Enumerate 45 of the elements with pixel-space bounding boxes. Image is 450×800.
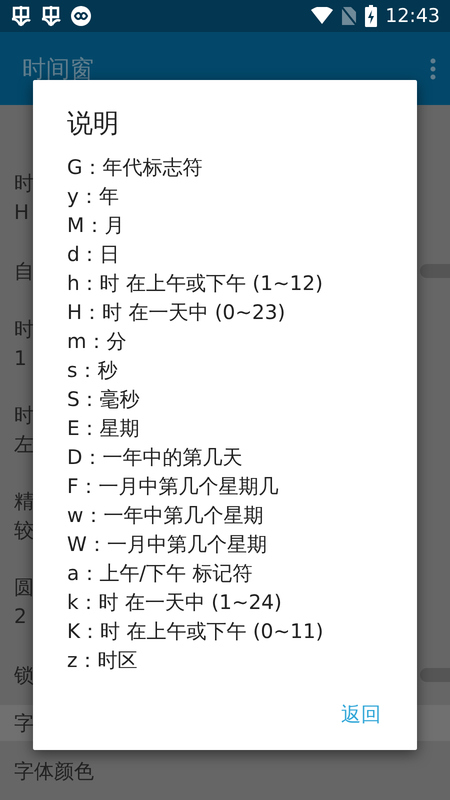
setting-title: 圆	[14, 574, 34, 601]
setting-title: 锁	[14, 662, 34, 688]
format-description: w：一年中第几个星期	[67, 502, 264, 529]
no-sim-icon	[341, 6, 358, 26]
back-button[interactable]: 返回	[329, 693, 393, 736]
format-description: G：年代标志符	[67, 154, 204, 181]
setting-summary: 左	[14, 431, 34, 458]
clock: 12:43	[385, 5, 440, 27]
format-description: E：星期	[67, 415, 141, 442]
setting-title: 时	[14, 402, 34, 429]
app-title: 时间窗	[22, 54, 95, 84]
wifi-icon	[311, 7, 334, 25]
setting-title: 精	[14, 488, 34, 515]
format-description: z：时区	[67, 647, 138, 674]
toggle-switch[interactable]	[420, 668, 450, 682]
format-description: D：一年中的第几天	[67, 444, 244, 471]
setting-title: 字体颜色	[14, 758, 94, 784]
setting-title: 时	[14, 316, 34, 343]
notification-icon	[40, 5, 62, 27]
format-description: S：毫秒	[67, 386, 141, 413]
format-description: s：秒	[67, 357, 118, 384]
setting-summary: 较	[14, 517, 34, 544]
format-description: H：时 在一天中 (0~23)	[67, 299, 286, 326]
format-description: y：年	[67, 183, 120, 210]
setting-summary: 1	[14, 345, 27, 372]
setting-summary: H	[14, 199, 30, 226]
dialog-title: 说明	[66, 108, 120, 141]
notification-icon	[10, 5, 32, 27]
overflow-menu-icon[interactable]	[430, 58, 436, 80]
format-description: K：时 在上午或下午 (0~11)	[67, 618, 324, 645]
setting-title: 时	[14, 170, 34, 197]
format-description: a：上午/下午 标记符	[67, 560, 254, 587]
format-description: F：一月中第几个星期几	[67, 473, 280, 500]
format-description: k：时 在一天中 (1~24)	[67, 589, 283, 616]
battery-charging-icon	[365, 5, 378, 27]
section-header: 字	[14, 710, 34, 736]
format-description: d：日	[67, 241, 121, 268]
toggle-switch[interactable]	[420, 264, 450, 278]
setting-summary: 2	[14, 603, 27, 630]
setting-title: 自	[14, 258, 34, 284]
format-description: W：一月中第几个星期	[67, 531, 268, 558]
format-description: h：时 在上午或下午 (1~12)	[67, 270, 324, 297]
format-description: M：月	[67, 212, 126, 239]
infinity-icon	[70, 5, 92, 27]
format-description: m：分	[67, 328, 128, 355]
